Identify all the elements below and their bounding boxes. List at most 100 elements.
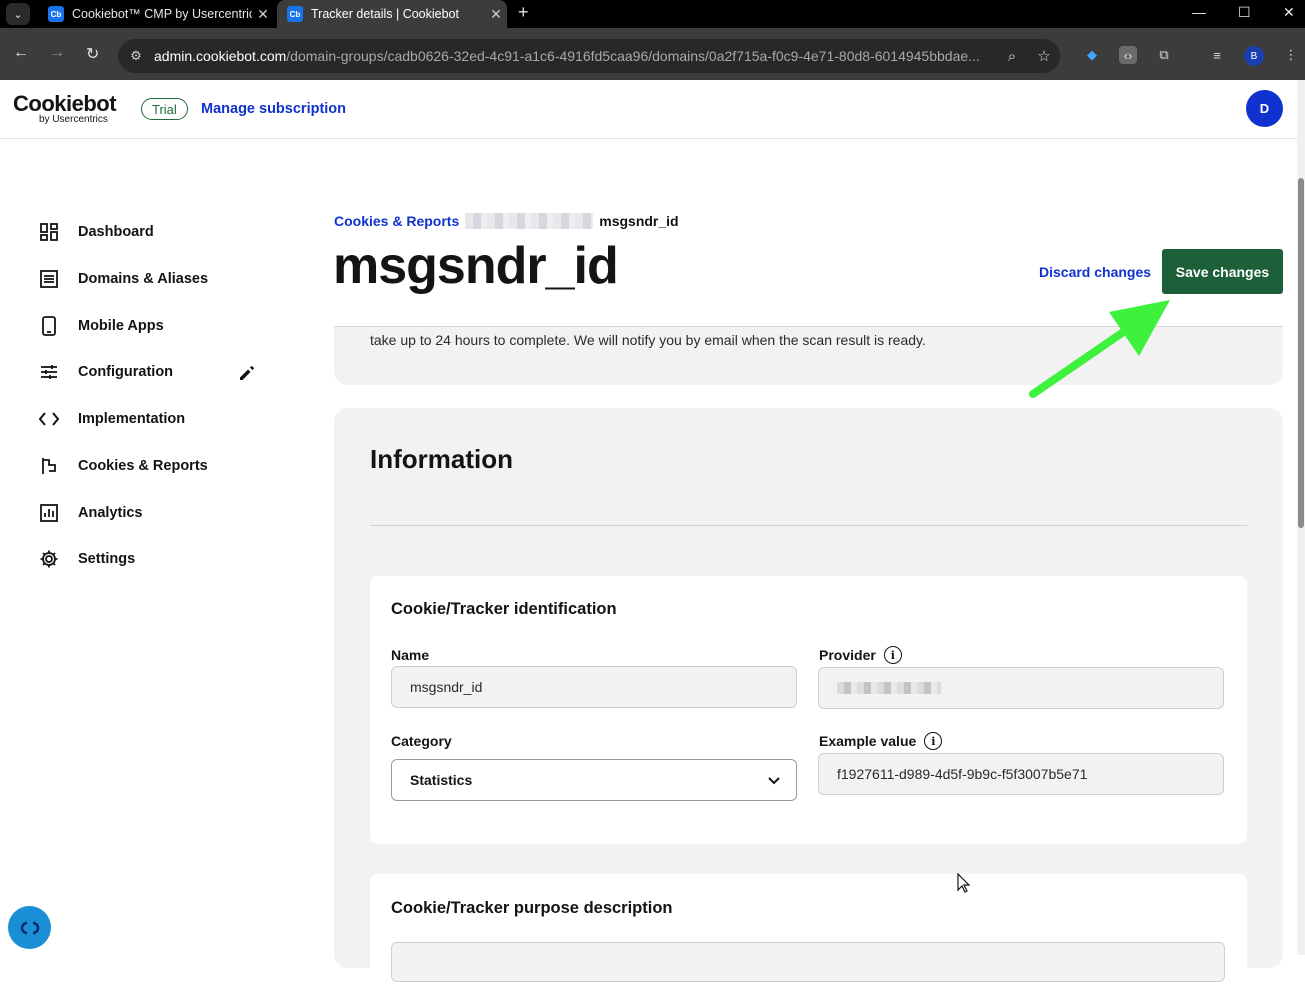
minimize-icon[interactable]: — [1192,4,1206,20]
extension-icon[interactable]: ◆ [1083,46,1101,64]
annotation-arrow-icon [1029,300,1170,398]
category-label-text: Category [391,733,452,749]
browser-tab-active[interactable]: Cb Tracker details | Cookiebot ✕ [277,0,507,28]
category-select-value: Statistics [410,772,473,788]
zoom-icon[interactable]: ⌕ [996,48,1028,65]
trial-badge: Trial [141,98,188,120]
cookiebot-favicon-icon: Cb [48,6,64,22]
identification-heading: Cookie/Tracker identification [391,600,617,618]
url-text[interactable]: admin.cookiebot.com/domain-groups/cadb06… [154,48,996,64]
new-tab-icon[interactable]: + [518,2,529,23]
name-label-text: Name [391,647,430,663]
dashboard-icon [38,221,60,243]
scrollbar-thumb[interactable] [1298,178,1304,528]
example-value-label-text: Example value [819,733,917,749]
page-scrollbar[interactable] [1297,80,1305,955]
sidebar-item-label: Mobile Apps [78,318,164,334]
url-host: admin.cookiebot.com [154,48,287,64]
site-info-icon[interactable]: ⚙ [118,48,154,64]
back-icon[interactable]: ← [13,44,29,62]
sidebar-item-settings[interactable]: Settings [38,547,268,571]
reload-icon[interactable]: ↻ [86,44,99,64]
browser-tab-inactive[interactable]: Cb Cookiebot™ CMP by Usercentrics ✕ [38,0,274,28]
browser-toolbar: ← → ↻ ⚙ admin.cookiebot.com/domain-group… [0,28,1305,80]
cookiebot-logo[interactable]: Cookiebot by Usercentrics [13,91,117,126]
mouse-cursor-icon [957,873,971,893]
info-icon[interactable]: i [924,732,943,750]
chevron-down-icon [768,772,780,788]
discard-changes-button[interactable]: Discard changes [1039,264,1151,280]
identification-card: Cookie/Tracker identification Name msgsn… [370,576,1247,844]
sidebar-item-label: Cookies & Reports [78,458,208,474]
name-field[interactable]: msgsndr_id [391,666,797,708]
sidebar-item-analytics[interactable]: Analytics [38,501,268,525]
info-icon[interactable]: i [883,646,902,664]
sidebar-item-mobile-apps[interactable]: Mobile Apps [38,314,268,338]
information-heading: Information [370,444,513,474]
sidebar-item-label: Implementation [78,411,186,427]
category-label: Category [391,733,452,749]
gear-icon [38,548,60,570]
example-value-label: Example value i [819,732,943,750]
cookiebot-favicon-icon: Cb [287,6,303,22]
app-header: Cookiebot by Usercentrics Trial Manage s… [0,80,1297,139]
address-bar[interactable]: ⚙ admin.cookiebot.com/domain-groups/cadb… [118,39,1060,73]
example-value-field[interactable]: f1927611-d989-4d5f-9b9c-f5f3007b5e71 [818,753,1224,795]
purpose-card: Cookie/Tracker purpose description [370,874,1247,994]
logo-byline: by Usercentrics [39,114,108,125]
sidebar-item-cookies-reports[interactable]: Cookies & Reports [38,454,268,478]
name-field-value: msgsndr_id [410,679,483,695]
cookie-consent-widget-button[interactable] [8,906,51,949]
code-icon [38,408,60,430]
media-control-icon[interactable]: ≡ [1208,46,1226,64]
tab-search-button[interactable]: ⌄ [6,3,30,25]
purpose-heading: Cookie/Tracker purpose description [391,899,673,917]
pencil-icon[interactable] [238,364,256,382]
example-value-text: f1927611-d989-4d5f-9b9c-f5f3007b5e71 [837,766,1088,782]
extensions-puzzle-icon[interactable]: ⧉ [1155,46,1173,64]
user-avatar[interactable]: D [1246,90,1283,127]
flag-icon [38,455,60,477]
tab-title: Cookiebot™ CMP by Usercentrics [72,7,252,21]
browser-menu-icon[interactable]: ⋮ [1282,46,1300,64]
divider [370,525,1247,526]
purpose-description-field[interactable] [391,942,1225,982]
url-path: /domain-groups/cadb0626-32ed-4c91-a1c6-4… [286,48,980,64]
tab-title: Tracker details | Cookiebot [311,7,459,21]
maximize-icon[interactable]: ☐ [1238,4,1251,21]
sidebar-item-label: Analytics [78,505,143,521]
browser-tab-bar: ⌄ Cb Cookiebot™ CMP by Usercentrics ✕ Cb… [0,0,1305,28]
sidebar-item-domains[interactable]: Domains & Aliases [38,267,268,291]
save-changes-button[interactable]: Save changes [1162,249,1283,294]
close-tab-icon[interactable]: ✕ [485,6,507,23]
page-title: msgsndr_id [333,237,619,295]
phone-icon [38,315,60,337]
bookmark-star-icon[interactable]: ☆ [1028,47,1060,65]
close-tab-icon[interactable]: ✕ [252,6,274,23]
sidebar-item-label: Dashboard [78,224,154,240]
logo-wordmark: Cookiebot [13,91,117,116]
breadcrumb-current: msgsndr_id [599,213,679,229]
sidebar-item-label: Configuration [78,364,174,380]
information-card: Information Cookie/Tracker identificatio… [334,408,1283,994]
chart-icon [38,502,60,524]
list-icon [38,268,60,290]
sidebar-item-label: Domains & Aliases [78,271,209,287]
name-label: Name [391,647,429,663]
sidebar-item-label: Settings [78,551,136,567]
forward-icon[interactable]: → [49,44,65,62]
sliders-icon [38,361,60,383]
manage-subscription-link[interactable]: Manage subscription [201,101,346,117]
breadcrumb-redacted-segment [465,213,594,229]
scan-notice-text: take up to 24 hours to complete. We will… [370,332,926,348]
breadcrumb-link-cookies-reports[interactable]: Cookies & Reports [334,213,459,229]
close-window-icon[interactable]: ✕ [1283,4,1295,21]
sidebar-item-configuration[interactable]: Configuration [38,360,268,384]
sidebar-item-implementation[interactable]: Implementation [38,407,268,431]
breadcrumb: Cookies & Reports msgsndr_id [334,213,679,229]
sidebar-item-dashboard[interactable]: Dashboard [38,220,268,244]
browser-profile-avatar[interactable]: B [1244,46,1264,66]
provider-field[interactable] [818,667,1224,709]
devtools-extension-icon[interactable]: ‹› [1119,46,1137,64]
category-select[interactable]: Statistics [391,759,797,801]
